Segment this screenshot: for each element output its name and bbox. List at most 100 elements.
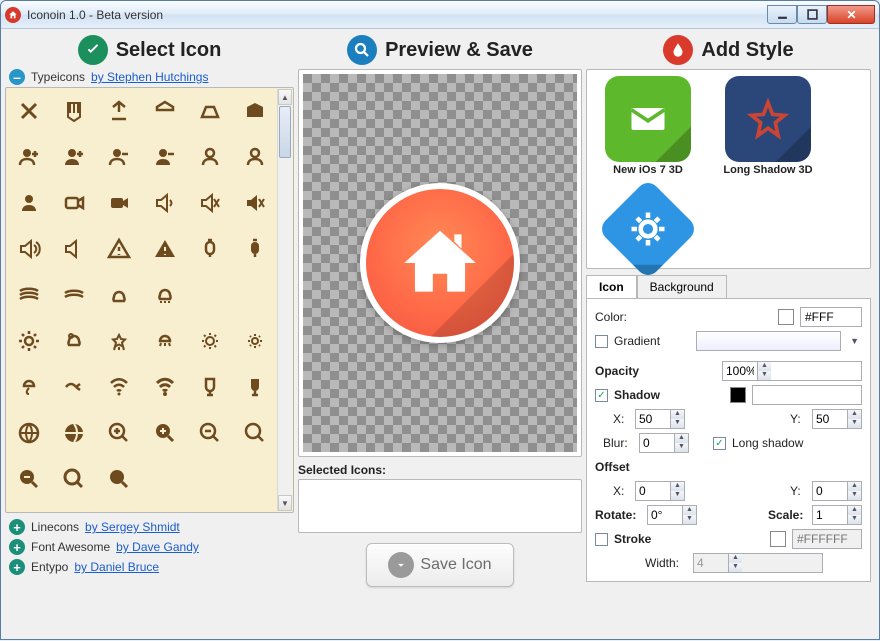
icon-option[interactable] bbox=[236, 138, 274, 176]
icon-option[interactable] bbox=[100, 276, 138, 314]
offset-y-spinner[interactable]: ▲▼ bbox=[812, 481, 862, 501]
icon-option[interactable] bbox=[146, 276, 184, 314]
icon-option[interactable] bbox=[191, 276, 229, 314]
icon-option[interactable] bbox=[10, 368, 48, 406]
style-tabs: Icon Background bbox=[586, 275, 871, 298]
preset-ios7[interactable]: New iOs 7 3D bbox=[593, 76, 703, 176]
icon-option[interactable] bbox=[10, 460, 48, 498]
shadow-x-spinner[interactable]: ▲▼ bbox=[635, 409, 685, 429]
icon-option[interactable] bbox=[10, 230, 48, 268]
check-icon bbox=[78, 35, 108, 65]
longshadow-checkbox[interactable]: ✓ bbox=[713, 437, 726, 450]
stroke-width-spinner[interactable]: ▲▼ bbox=[693, 553, 823, 573]
preset-longshadow[interactable]: Long Shadow 3D bbox=[713, 76, 823, 176]
icon-option[interactable] bbox=[146, 184, 184, 222]
expand-icon[interactable]: + bbox=[9, 539, 25, 555]
icon-option[interactable] bbox=[100, 322, 138, 360]
shadow-color-input[interactable] bbox=[752, 385, 862, 405]
tab-icon[interactable]: Icon bbox=[586, 275, 637, 299]
close-button[interactable] bbox=[827, 5, 875, 24]
icon-option[interactable] bbox=[10, 184, 48, 222]
maximize-button[interactable] bbox=[797, 5, 827, 24]
scrollbar[interactable]: ▲ ▼ bbox=[277, 89, 292, 511]
icon-option[interactable] bbox=[191, 230, 229, 268]
longshadow-label: Long shadow bbox=[732, 436, 803, 450]
icon-option[interactable] bbox=[55, 184, 93, 222]
icon-option[interactable] bbox=[100, 460, 138, 498]
icon-option[interactable] bbox=[10, 322, 48, 360]
icon-option[interactable] bbox=[236, 322, 274, 360]
scale-spinner[interactable]: ▲▼ bbox=[812, 505, 862, 525]
icon-option[interactable] bbox=[10, 92, 48, 130]
iconset-author-link[interactable]: by Stephen Hutchings bbox=[91, 70, 208, 84]
preview-icon bbox=[360, 183, 520, 343]
iconset-author-link[interactable]: by Dave Gandy bbox=[116, 540, 199, 554]
icon-option[interactable] bbox=[55, 460, 93, 498]
iconset-author-link[interactable]: by Sergey Shmidt bbox=[85, 520, 180, 534]
icon-option[interactable] bbox=[100, 138, 138, 176]
icon-option[interactable] bbox=[191, 414, 229, 452]
icon-option[interactable] bbox=[146, 138, 184, 176]
scroll-thumb[interactable] bbox=[279, 106, 291, 158]
icon-option[interactable] bbox=[100, 230, 138, 268]
stroke-swatch[interactable] bbox=[770, 531, 786, 547]
icon-option[interactable] bbox=[146, 230, 184, 268]
icon-option[interactable] bbox=[191, 138, 229, 176]
offset-x-spinner[interactable]: ▲▼ bbox=[635, 481, 685, 501]
preset-diamond[interactable] bbox=[593, 186, 703, 272]
iconset-author-link[interactable]: by Daniel Bruce bbox=[74, 560, 159, 574]
icon-option[interactable] bbox=[236, 92, 274, 130]
icon-option[interactable] bbox=[100, 184, 138, 222]
icon-option[interactable] bbox=[55, 230, 93, 268]
shadow-y-spinner[interactable]: ▲▼ bbox=[812, 409, 862, 429]
icon-option[interactable] bbox=[10, 414, 48, 452]
gradient-label: Gradient bbox=[614, 334, 660, 348]
rotate-spinner[interactable]: ▲▼ bbox=[647, 505, 697, 525]
icon-option[interactable] bbox=[10, 276, 48, 314]
icon-option[interactable] bbox=[55, 414, 93, 452]
expand-icon[interactable]: + bbox=[9, 559, 25, 575]
rotate-label: Rotate: bbox=[595, 508, 641, 522]
shadow-swatch[interactable] bbox=[730, 387, 746, 403]
scroll-up-icon[interactable]: ▲ bbox=[278, 89, 292, 105]
icon-option[interactable] bbox=[146, 368, 184, 406]
collapse-icon[interactable]: – bbox=[9, 69, 25, 85]
icon-option[interactable] bbox=[146, 414, 184, 452]
color-swatch[interactable] bbox=[778, 309, 794, 325]
icon-option[interactable] bbox=[191, 322, 229, 360]
icon-option[interactable] bbox=[236, 368, 274, 406]
icon-option[interactable] bbox=[191, 92, 229, 130]
titlebar[interactable]: Iconoin 1.0 - Beta version bbox=[1, 1, 879, 29]
gradient-select[interactable] bbox=[696, 331, 841, 351]
stroke-checkbox[interactable] bbox=[595, 533, 608, 546]
icon-option[interactable] bbox=[146, 92, 184, 130]
icon-option[interactable] bbox=[55, 368, 93, 406]
icon-option[interactable] bbox=[55, 322, 93, 360]
icon-option[interactable] bbox=[100, 414, 138, 452]
icon-option[interactable] bbox=[55, 276, 93, 314]
icon-option[interactable] bbox=[100, 92, 138, 130]
icon-option[interactable] bbox=[100, 368, 138, 406]
expand-icon[interactable]: + bbox=[9, 519, 25, 535]
icon-option[interactable] bbox=[55, 92, 93, 130]
scroll-down-icon[interactable]: ▼ bbox=[278, 495, 292, 511]
icon-option[interactable] bbox=[236, 414, 274, 452]
icon-option[interactable] bbox=[146, 322, 184, 360]
icon-option[interactable] bbox=[236, 184, 274, 222]
blur-spinner[interactable]: ▲▼ bbox=[639, 433, 689, 453]
icon-option[interactable] bbox=[10, 138, 48, 176]
minimize-button[interactable] bbox=[767, 5, 797, 24]
selected-icons-box[interactable] bbox=[298, 479, 582, 533]
icon-option[interactable] bbox=[55, 138, 93, 176]
save-icon-button[interactable]: Save Icon bbox=[366, 543, 514, 587]
icon-option[interactable] bbox=[236, 230, 274, 268]
icon-option[interactable] bbox=[191, 368, 229, 406]
shadow-checkbox[interactable]: ✓ bbox=[595, 389, 608, 402]
gradient-checkbox[interactable] bbox=[595, 335, 608, 348]
stroke-color-input[interactable] bbox=[792, 529, 862, 549]
icon-option[interactable] bbox=[191, 184, 229, 222]
opacity-spinner[interactable]: ▲▼ bbox=[722, 361, 862, 381]
icon-option[interactable] bbox=[236, 276, 274, 314]
tab-background[interactable]: Background bbox=[637, 275, 727, 299]
color-input[interactable] bbox=[800, 307, 862, 327]
